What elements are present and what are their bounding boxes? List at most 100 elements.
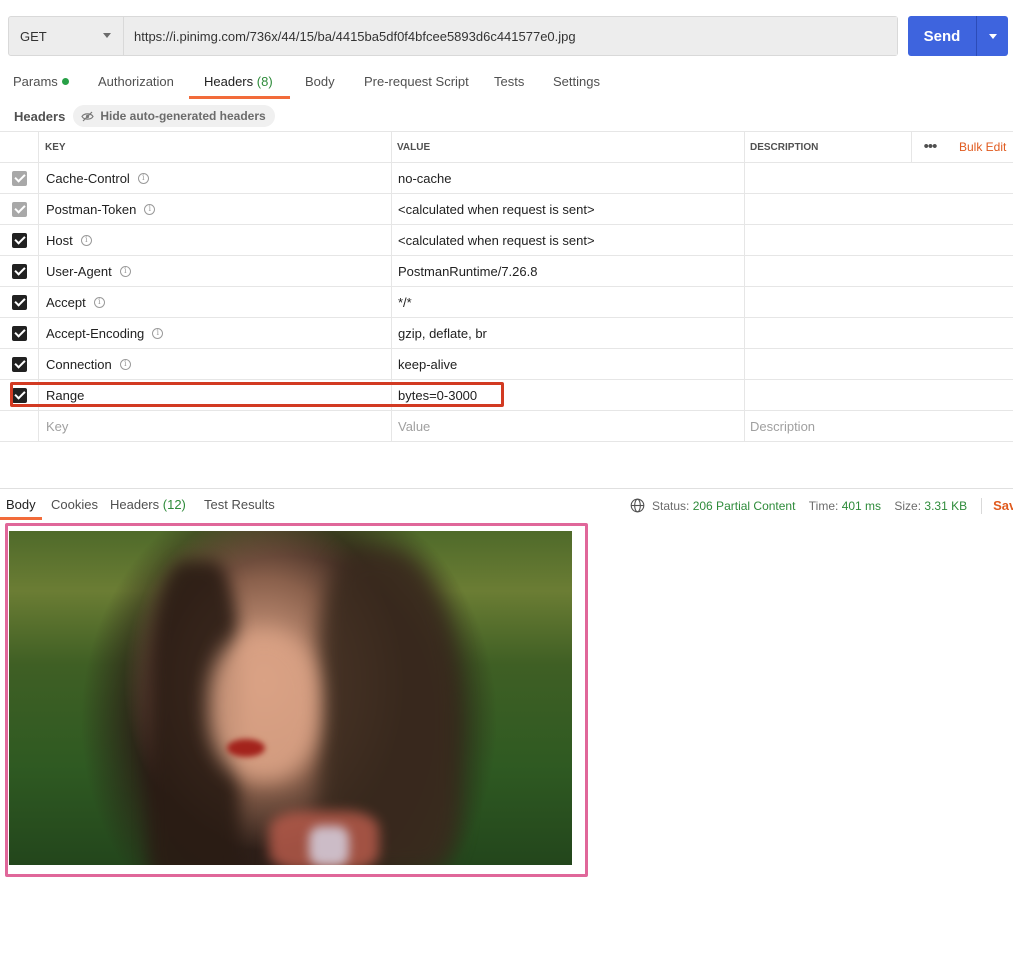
request-tabs: Params Authorization Headers (8) Body Pr…: [0, 70, 1013, 100]
response-image-preview: [9, 531, 572, 865]
response-tab-test-results[interactable]: Test Results: [204, 496, 275, 513]
globe-icon[interactable]: [630, 498, 645, 513]
header-key: User-Agent: [46, 263, 112, 279]
tab-params[interactable]: Params: [13, 70, 69, 98]
status-dot-icon: [61, 78, 69, 85]
size-value[interactable]: 3.31 KB: [924, 499, 967, 513]
header-value: PostmanRuntime/7.26.8: [398, 263, 538, 279]
table-header-row: KEY VALUE DESCRIPTION ••• Bulk Edit: [0, 131, 1013, 163]
header-key: Host: [46, 232, 73, 248]
row-checkbox[interactable]: [11, 170, 27, 186]
tab-tests[interactable]: Tests: [494, 70, 524, 98]
new-value-input[interactable]: Value: [392, 411, 745, 441]
column-header-value: VALUE: [392, 132, 745, 162]
column-header-key: KEY: [39, 132, 392, 162]
response-tab-headers[interactable]: Headers (12): [110, 496, 186, 513]
header-key: Cache-Control: [46, 170, 130, 186]
method-label: GET: [20, 28, 47, 44]
header-description[interactable]: [745, 380, 1013, 410]
active-tab-indicator: [189, 96, 290, 99]
new-description-input[interactable]: Description: [745, 411, 1013, 441]
table-row: Accept-Encoding i gzip, deflate, br: [0, 318, 1013, 349]
send-button-group: Send: [908, 16, 1008, 56]
url-input[interactable]: https://i.pinimg.com/736x/44/15/ba/4415b…: [124, 17, 897, 55]
table-row: Accept i */*: [0, 287, 1013, 318]
header-description[interactable]: [745, 225, 1013, 255]
header-key: Connection: [46, 356, 112, 372]
header-value: keep-alive: [398, 356, 458, 372]
table-row: Postman-Token i <calculated when request …: [0, 194, 1013, 225]
more-options-icon[interactable]: •••: [912, 139, 948, 154]
row-checkbox[interactable]: [11, 294, 27, 310]
row-checkbox[interactable]: [11, 356, 27, 372]
response-divider: [0, 488, 1013, 489]
response-tab-body[interactable]: Body: [6, 496, 36, 513]
photo-face: [209, 631, 319, 781]
time-label: Time:: [808, 498, 839, 513]
new-key-input[interactable]: Key: [39, 411, 392, 441]
header-description[interactable]: [745, 349, 1013, 379]
photo-scarf-detail: [309, 826, 349, 865]
tab-label: Body: [305, 74, 335, 89]
chevron-down-icon: [988, 33, 997, 39]
row-checkbox[interactable]: [11, 232, 27, 248]
headers-title: Headers: [14, 108, 66, 124]
tab-label: Cookies: [51, 497, 98, 512]
request-bar: GET https://i.pinimg.com/736x/44/15/ba/4…: [8, 16, 898, 56]
url-text: https://i.pinimg.com/736x/44/15/ba/4415b…: [134, 28, 576, 44]
send-dropdown-button[interactable]: [977, 16, 1008, 56]
table-actions: ••• Bulk Edit: [911, 132, 1013, 162]
toggle-label: Hide auto-generated headers: [100, 109, 266, 123]
tab-label: Authorization: [98, 74, 174, 89]
info-icon: i: [80, 234, 92, 246]
response-status-bar: Status: 206 Partial Content Time: 401 ms…: [630, 497, 1013, 514]
tab-label: Params: [13, 74, 58, 89]
header-description[interactable]: [745, 287, 1013, 317]
tab-count: (8): [256, 74, 273, 89]
info-icon: i: [119, 265, 131, 277]
tab-label: Tests: [494, 74, 525, 89]
method-select[interactable]: GET: [9, 17, 124, 55]
hide-auto-generated-toggle[interactable]: Hide auto-generated headers: [73, 105, 275, 127]
header-value: gzip, deflate, br: [398, 325, 487, 341]
status-label: Status:: [652, 498, 690, 513]
range-row-highlight: [10, 382, 504, 407]
tab-label: Settings: [553, 74, 600, 89]
header-description[interactable]: [745, 256, 1013, 286]
status-divider: [981, 497, 983, 514]
tab-settings[interactable]: Settings: [553, 70, 600, 98]
row-checkbox[interactable]: [11, 201, 27, 217]
tab-authorization[interactable]: Authorization: [98, 70, 174, 98]
tab-label: Headers: [204, 74, 254, 89]
row-checkbox[interactable]: [11, 325, 27, 341]
table-row: Cache-Control i no-cache: [0, 163, 1013, 194]
tab-pre-request-script[interactable]: Pre-request Script: [364, 70, 469, 98]
headers-subbar: Headers Hide auto-generated headers: [14, 104, 275, 128]
header-description[interactable]: [745, 163, 1013, 193]
save-response-button[interactable]: Sav: [993, 498, 1013, 513]
tab-label: Pre-request Script: [364, 74, 469, 89]
tab-label: Body: [6, 497, 36, 512]
row-checkbox[interactable]: [11, 263, 27, 279]
status-value[interactable]: 206 Partial Content: [693, 499, 796, 513]
header-description[interactable]: [745, 194, 1013, 224]
bulk-edit-link[interactable]: Bulk Edit: [959, 140, 1006, 154]
table-row: Connection i keep-alive: [0, 349, 1013, 380]
header-key: Accept: [46, 294, 86, 310]
tab-label: Headers: [110, 497, 160, 512]
tab-headers[interactable]: Headers (8): [204, 70, 273, 98]
send-button[interactable]: Send: [908, 16, 976, 56]
empty-checkbox-cell: [0, 411, 39, 441]
size-label: Size:: [894, 498, 922, 513]
header-key: Postman-Token: [46, 201, 137, 217]
tab-body[interactable]: Body: [305, 70, 335, 98]
header-description[interactable]: [745, 318, 1013, 348]
info-icon: i: [137, 172, 149, 184]
time-value[interactable]: 401 ms: [842, 499, 881, 513]
tab-label: Test Results: [204, 497, 275, 512]
header-value: no-cache: [398, 170, 452, 186]
active-response-tab-indicator: [0, 517, 42, 520]
header-key: Accept-Encoding: [46, 325, 145, 341]
info-icon: i: [144, 203, 156, 215]
response-tab-cookies[interactable]: Cookies: [51, 496, 98, 513]
